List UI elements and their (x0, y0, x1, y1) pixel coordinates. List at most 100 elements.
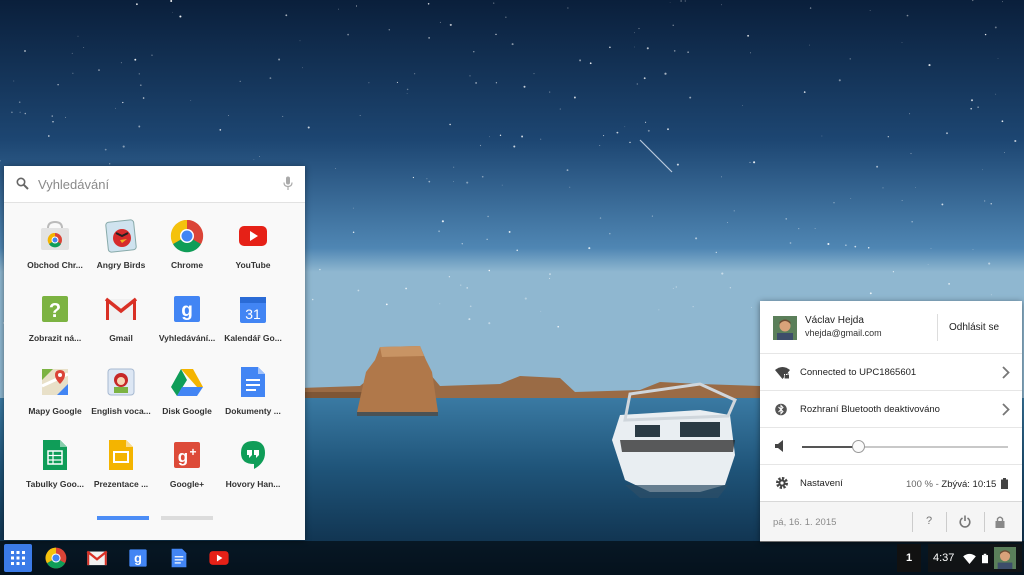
star (460, 284, 462, 286)
app-youtube[interactable]: YouTube (220, 211, 286, 284)
status-area[interactable]: 4:37 (928, 544, 1022, 572)
microphone-icon[interactable] (283, 176, 293, 191)
svg-text:g: g (181, 300, 193, 321)
star (672, 287, 674, 289)
star (501, 184, 503, 186)
battery-icon (1001, 478, 1008, 489)
app-slides[interactable]: Prezentace ... (88, 430, 154, 503)
star (970, 107, 973, 110)
volume-slider-thumb[interactable] (851, 440, 865, 453)
star (715, 251, 717, 254)
star (833, 201, 835, 204)
app-chrome-web-store[interactable]: Obchod Chr... (22, 211, 88, 284)
shelf-docs[interactable] (165, 544, 193, 572)
star (588, 247, 591, 250)
star (729, 287, 731, 289)
shelf-google-search[interactable]: g (124, 544, 152, 572)
star (453, 180, 455, 182)
app-launcher-button[interactable] (4, 544, 32, 572)
calendar-icon: 31 (240, 297, 266, 323)
sign-out-button[interactable]: Odhlásit se (949, 322, 999, 333)
app-get-help[interactable]: ? Zobrazit ná... (22, 284, 88, 357)
star (609, 232, 611, 235)
desktop-page-counter[interactable]: 1 (897, 544, 921, 572)
help-button[interactable]: ? (926, 515, 932, 527)
star (513, 145, 516, 148)
star (357, 289, 360, 292)
star (228, 115, 230, 117)
star (489, 136, 490, 138)
app-label: Kalendář Go... (224, 333, 282, 343)
app-calendar[interactable]: 31 Kalendář Go... (220, 284, 286, 357)
app-chrome[interactable]: Chrome (154, 211, 220, 284)
star (928, 64, 931, 67)
star (664, 72, 667, 75)
app-sheets[interactable]: Tabulky Goo... (22, 430, 88, 503)
app-hangouts[interactable]: Hovory Han... (220, 430, 286, 503)
star (468, 318, 471, 321)
star (385, 303, 388, 306)
star (352, 231, 355, 233)
settings-row[interactable]: Nastavení 100 % - Zbývá: 10:15 (760, 465, 1022, 502)
shelf-youtube[interactable] (205, 544, 233, 572)
network-row[interactable]: Connected to UPC1865601 (760, 354, 1022, 391)
app-angry-birds[interactable]: Angry Birds (88, 211, 154, 284)
star (540, 138, 542, 140)
app-label: YouTube (235, 260, 271, 270)
star (876, 165, 879, 168)
star (911, 221, 913, 223)
star (19, 111, 21, 113)
star (798, 228, 800, 230)
star (977, 106, 979, 108)
app-label: Prezentace ... (93, 479, 149, 489)
star (516, 249, 518, 252)
star (645, 121, 647, 123)
lock-icon[interactable] (995, 515, 1005, 528)
star (98, 69, 100, 72)
app-english-vocabulary[interactable]: English voca... (88, 357, 154, 430)
star (138, 73, 140, 75)
star (634, 46, 635, 48)
svg-text:g: g (178, 447, 188, 466)
launcher-page-indicator-1[interactable] (97, 516, 149, 520)
star (428, 37, 430, 39)
app-drive[interactable]: Disk Google (154, 357, 220, 430)
sheets-icon (43, 440, 67, 470)
bluetooth-status-text: Rozhraní Bluetooth deaktivováno (800, 404, 940, 415)
speaker-icon[interactable] (775, 440, 786, 452)
user-email: vhejda@gmail.com (805, 328, 882, 338)
app-google-plus[interactable]: g + Google+ (154, 430, 220, 503)
shelf-chrome[interactable] (42, 544, 70, 572)
star (741, 105, 743, 106)
app-label: Gmail (109, 333, 133, 343)
power-icon[interactable] (959, 515, 971, 528)
star (982, 169, 983, 171)
star (747, 34, 750, 37)
bluetooth-row[interactable]: Rozhraní Bluetooth deaktivováno (760, 391, 1022, 428)
star (579, 59, 582, 62)
star (599, 145, 601, 146)
star (901, 200, 903, 201)
star (675, 286, 677, 288)
wifi-secure-icon (775, 367, 790, 379)
date-label[interactable]: pá, 16. 1. 2015 (773, 517, 836, 528)
divider (946, 512, 947, 532)
launcher-search-input[interactable] (38, 173, 268, 195)
app-maps[interactable]: Mapy Google (22, 357, 88, 430)
volume-slider[interactable] (802, 440, 1008, 453)
star (427, 3, 430, 5)
launcher-page-indicator-2[interactable] (161, 516, 213, 520)
star (684, 0, 686, 2)
app-gmail[interactable]: Gmail (88, 284, 154, 357)
app-docs[interactable]: Dokumenty ... (220, 357, 286, 430)
star (687, 51, 689, 53)
star (624, 126, 626, 128)
slides-icon (109, 440, 133, 470)
star (994, 26, 997, 29)
star (721, 4, 722, 6)
chevron-right-icon (1002, 403, 1010, 416)
app-google-search[interactable]: g Vyhledávání... (154, 284, 220, 357)
system-tray-menu: Václav Hejda vhejda@gmail.com Odhlásit s… (760, 301, 1022, 542)
shelf-gmail[interactable] (83, 544, 111, 572)
star (388, 29, 391, 31)
